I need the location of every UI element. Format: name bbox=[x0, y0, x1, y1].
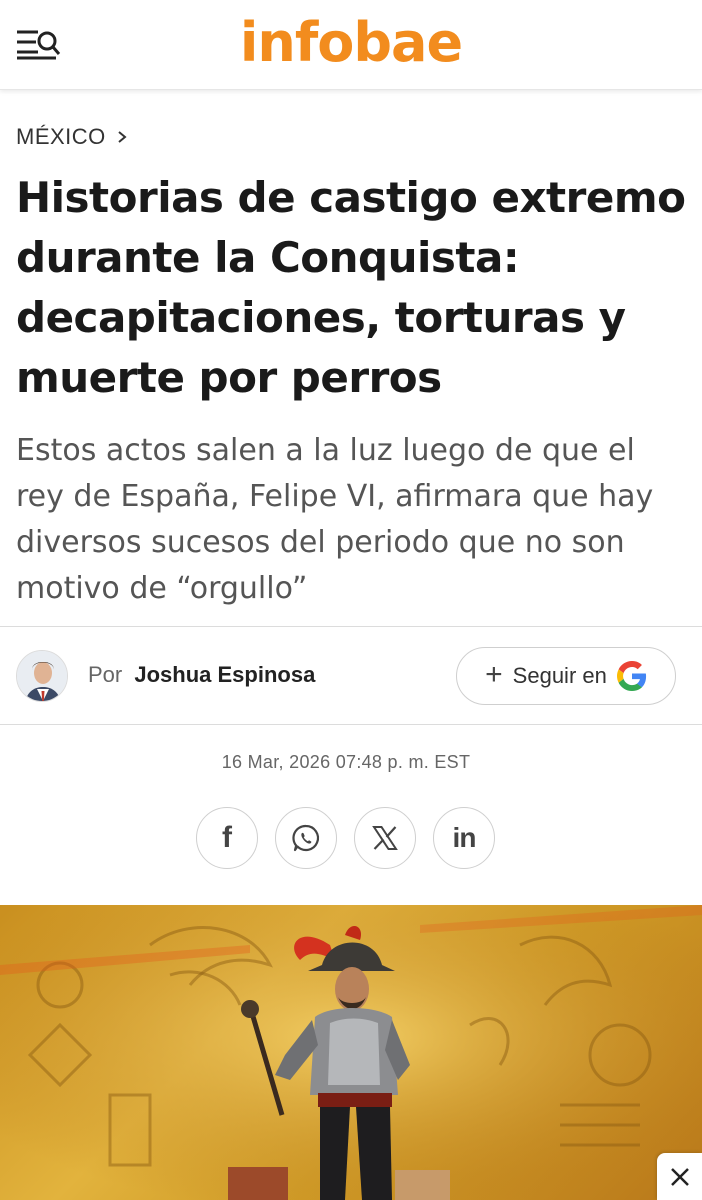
author-avatar[interactable] bbox=[16, 650, 68, 702]
google-icon bbox=[616, 661, 646, 691]
share-facebook-button[interactable]: f bbox=[196, 807, 258, 869]
chevron-right-icon bbox=[118, 131, 127, 143]
share-linkedin-button[interactable]: in bbox=[433, 807, 495, 869]
follow-label: Seguir en bbox=[512, 663, 607, 688]
linkedin-icon: in bbox=[452, 822, 477, 853]
byline-prefix: Por bbox=[88, 662, 123, 687]
whatsapp-icon bbox=[292, 824, 320, 852]
x-icon bbox=[372, 826, 398, 850]
section-link-mexico[interactable]: MÉXICO bbox=[16, 124, 128, 150]
share-whatsapp-button[interactable] bbox=[275, 807, 337, 869]
article-subheadline: Estos actos salen a la luz luego de que … bbox=[16, 433, 654, 606]
follow-on-google-button[interactable]: + Seguir en bbox=[456, 647, 676, 705]
share-buttons: f in bbox=[196, 807, 495, 869]
close-icon bbox=[670, 1167, 689, 1186]
share-x-button[interactable] bbox=[354, 807, 416, 869]
author-name[interactable]: Joshua Espinosa bbox=[134, 662, 315, 687]
author-photo bbox=[17, 651, 67, 701]
publish-date: 16 Mar, 2026 07:48 p. m. EST bbox=[221, 752, 471, 772]
author-row: Por Joshua Espinosa + Seguir en bbox=[0, 628, 702, 724]
article-headline: Historias de castigo extremo durante la … bbox=[16, 173, 686, 402]
facebook-icon: f bbox=[222, 821, 232, 854]
hero-illustration bbox=[0, 905, 702, 1200]
divider bbox=[0, 724, 702, 725]
plus-icon: + bbox=[485, 657, 503, 691]
infobae-logo[interactable]: infobae bbox=[0, 10, 702, 76]
byline: Por Joshua Espinosa bbox=[88, 662, 315, 688]
section-label: MÉXICO bbox=[16, 124, 106, 149]
hero-image[interactable] bbox=[0, 905, 702, 1200]
top-bar: infobae bbox=[0, 0, 702, 90]
close-button[interactable] bbox=[657, 1153, 702, 1200]
divider bbox=[0, 626, 702, 627]
